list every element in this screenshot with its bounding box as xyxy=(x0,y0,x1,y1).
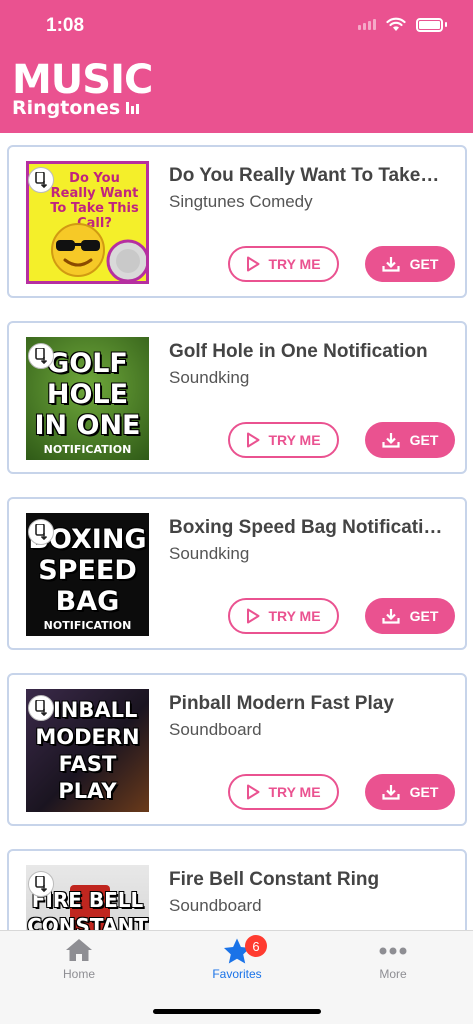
favorites-count-badge: 6 xyxy=(245,935,267,957)
play-icon xyxy=(247,432,260,448)
try-me-label: TRY ME xyxy=(268,432,321,448)
tab-favorites-label: Favorites xyxy=(212,967,262,981)
ringtone-card[interactable]: Do You Really Want To Take This Call? Do… xyxy=(7,145,467,298)
app-header: 1:08 MUSIC Ringtones xyxy=(0,0,473,133)
more-dots-icon xyxy=(379,947,407,955)
download-icon xyxy=(382,785,400,800)
tab-home[interactable]: Home xyxy=(19,937,139,981)
ringtone-title: Do You Really Want To Take This Call? xyxy=(169,165,444,186)
ringtone-card[interactable]: FIRE BELL CONSTANT Fire Bell Constant Ri… xyxy=(7,849,467,930)
tab-home-label: Home xyxy=(62,967,95,981)
status-icons xyxy=(358,17,447,32)
ringtone-title: Pinball Modern Fast Play xyxy=(169,693,394,714)
play-icon xyxy=(247,256,260,272)
home-indicator[interactable] xyxy=(153,1009,321,1014)
try-me-label: TRY ME xyxy=(268,608,321,624)
try-me-button[interactable]: TRY ME xyxy=(228,422,339,458)
try-me-button[interactable]: TRY ME xyxy=(228,774,339,810)
ringtone-artist: Soundboard xyxy=(169,896,262,915)
try-me-label: TRY ME xyxy=(268,784,321,800)
try-me-label: TRY ME xyxy=(268,256,321,272)
get-button[interactable]: GET xyxy=(365,422,455,458)
get-label: GET xyxy=(409,432,439,448)
battery-icon xyxy=(416,17,443,32)
ringtone-title: Boxing Speed Bag Notification xyxy=(169,517,444,538)
cellular-signal-icon xyxy=(358,19,376,30)
ringtone-card[interactable]: PINBALL MODERN FAST PLAY Pinball Modern … xyxy=(7,673,467,826)
logo-sub-text: Ringtones xyxy=(12,97,121,119)
ringtone-card[interactable]: GOLF HOLE IN ONE NOTIFICATION Golf Hole … xyxy=(7,321,467,474)
get-label: GET xyxy=(409,256,439,272)
tab-favorites[interactable]: 6 Favorites xyxy=(177,935,297,981)
get-label: GET xyxy=(409,608,439,624)
download-icon xyxy=(382,609,400,624)
get-button[interactable]: GET xyxy=(365,774,455,810)
ringtone-type-icon xyxy=(28,871,54,897)
try-me-button[interactable]: TRY ME xyxy=(228,246,339,282)
ringtone-title: Golf Hole in One Notification xyxy=(169,341,428,362)
ringtone-type-icon xyxy=(28,695,54,721)
status-time: 1:08 xyxy=(46,15,85,36)
album-art-subtext: NOTIFICATION xyxy=(43,618,132,632)
ringtone-artist: Singtunes Comedy xyxy=(169,192,313,211)
get-label: GET xyxy=(409,784,439,800)
ringtone-artist: Soundking xyxy=(169,544,250,563)
tab-more[interactable]: More xyxy=(333,937,453,981)
ringtone-title: Fire Bell Constant Ring xyxy=(169,869,380,890)
play-icon xyxy=(247,608,260,624)
ringtone-type-icon xyxy=(28,343,54,369)
logo-main-text: MUSIC xyxy=(12,57,153,103)
play-icon xyxy=(247,784,260,800)
ringtone-artist: Soundboard xyxy=(169,720,262,739)
app-logo: MUSIC Ringtones xyxy=(12,57,153,119)
album-art-subtext: NOTIFICATION xyxy=(43,442,132,456)
download-icon xyxy=(382,257,400,272)
ringtone-list[interactable]: Do You Really Want To Take This Call? Do… xyxy=(0,133,473,930)
brand-seal-icon xyxy=(106,239,146,281)
ringtone-card[interactable]: BOXING SPEED BAG NOTIFICATION Boxing Spe… xyxy=(7,497,467,650)
try-me-button[interactable]: TRY ME xyxy=(228,598,339,634)
ringtone-type-icon xyxy=(28,519,54,545)
get-button[interactable]: GET xyxy=(365,598,455,634)
emoji-sunglasses-icon xyxy=(51,223,105,277)
ringtone-artist: Soundking xyxy=(169,368,250,387)
equalizer-icon xyxy=(126,102,140,114)
house-icon xyxy=(66,939,92,961)
get-button[interactable]: GET xyxy=(365,246,455,282)
ringtone-type-icon xyxy=(28,167,54,193)
tab-more-label: More xyxy=(379,967,407,981)
wifi-icon xyxy=(386,17,406,31)
download-icon xyxy=(382,433,400,448)
